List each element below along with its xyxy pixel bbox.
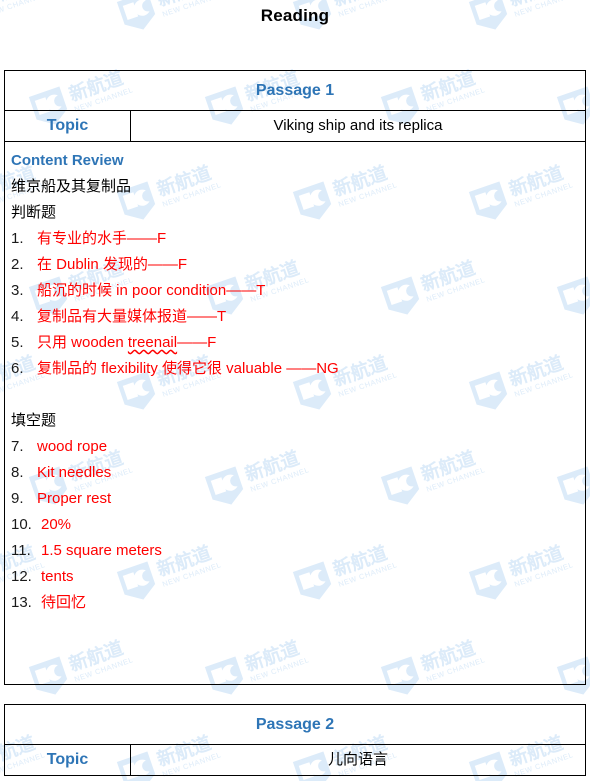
blank-answer-number: 13.: [11, 594, 32, 611]
passage-1-topic-label-cell: Topic: [4, 110, 131, 142]
passage-2-header-label: Passage 2: [255, 716, 335, 733]
passage-2-topic-value-cell: 儿向语言: [130, 744, 586, 776]
blank-answer-13: 13. 待回忆: [11, 590, 585, 616]
true-false-question-number: 2.: [11, 256, 24, 273]
true-false-question-text: 复制品的 flexibility 使得它很 valuable ——NG: [37, 360, 339, 377]
true-false-question-text: 复制品有大量媒体报道——T: [37, 308, 227, 325]
true-false-question-text: 只用 wooden treenail——F: [37, 334, 217, 351]
content-review-body: Content Review 维京船及其复制品 判断题 1. 有专业的水手——F 2…: [5, 142, 585, 684]
true-false-question-1: 1. 有专业的水手——F: [11, 226, 585, 252]
blank-answer-12: 12. tents: [11, 564, 585, 590]
true-false-question-text: 有专业的水手——F: [37, 230, 167, 247]
blank-answer-text: Proper rest: [37, 490, 112, 507]
passage-2-topic-value: 儿向语言: [327, 751, 388, 768]
true-false-question-6: 6. 复制品的 flexibility 使得它很 valuable ——NG: [11, 356, 585, 382]
passage-2-header-cell: Passage 2: [4, 704, 586, 745]
blank-answer-text: tents: [41, 568, 74, 585]
true-false-question-5: 5. 只用 wooden treenail——F: [11, 330, 585, 356]
passage-2-topic-row: Topic 儿向语言: [4, 744, 586, 776]
spellcheck-underlined-word: treenail: [127, 334, 178, 351]
passage-1-header-label: Passage 1: [255, 82, 335, 99]
blank-answer-text: 1.5 square meters: [41, 542, 162, 559]
blank-answer-number: 12.: [11, 568, 32, 585]
true-false-question-text: 船沉的时候 in poor condition——T: [37, 282, 266, 299]
passage-1-topic-label: Topic: [46, 117, 89, 134]
true-false-question-list: 1. 有专业的水手——F 2. 在 Dublin 发现的——F 3. 船沉的时候 in p…: [11, 226, 585, 382]
passage-2-topic-label-cell: Topic: [4, 744, 131, 776]
blank-answer-text: 20%: [41, 516, 72, 533]
blank-answer-text: wood rope: [37, 438, 108, 455]
blank-answer-number: 8.: [11, 464, 24, 481]
blank-answer-number: 7.: [11, 438, 24, 455]
content-review-heading: Content Review: [11, 152, 124, 169]
blank-answer-11: 11. 1.5 square meters: [11, 538, 585, 564]
true-false-question-2: 2. 在 Dublin 发现的——F: [11, 252, 585, 278]
blank-answer-10: 10. 20%: [11, 512, 585, 538]
true-false-question-number: 4.: [11, 308, 24, 325]
true-false-question-number: 1.: [11, 230, 24, 247]
passage-1-content-row: Content Review 维京船及其复制品 判断题 1. 有专业的水手——F 2…: [4, 141, 586, 685]
chinese-subtitle: 维京船及其复制品: [11, 178, 132, 195]
passage-1-topic-value-cell: Viking ship and its replica: [130, 110, 586, 142]
blank-section-label: 填空题: [11, 412, 57, 429]
true-false-question-number: 6.: [11, 360, 24, 377]
blank-answer-number: 9.: [11, 490, 24, 507]
blank-answer-8: 8. Kit needles: [11, 460, 585, 486]
blank-answer-text: Kit needles: [37, 464, 112, 481]
passage-1-header-row: Passage 1: [4, 70, 586, 111]
true-false-question-number: 5.: [11, 334, 24, 351]
blank-answer-number: 11.: [11, 542, 31, 559]
true-false-section-label: 判断题: [11, 204, 57, 221]
blank-answer-7: 7. wood rope: [11, 434, 585, 460]
true-false-question-number: 3.: [11, 282, 24, 299]
blank-answer-9: 9. Proper rest: [11, 486, 585, 512]
blank-answer-number: 10.: [11, 516, 32, 533]
page-title: Reading: [260, 6, 330, 25]
passage-1-topic-row: Topic Viking ship and its replica: [4, 110, 586, 142]
passage-2-header-row: Passage 2: [4, 704, 586, 745]
passage-1-topic-value: Viking ship and its replica: [273, 117, 443, 134]
passage-1-content-cell: Content Review 维京船及其复制品 判断题 1. 有专业的水手——F 2…: [4, 141, 586, 685]
passage-1-table: Passage 1 Topic Viking ship and its repl…: [4, 70, 586, 685]
content-layer: Reading Passage 1 Topic Viking ship and …: [0, 0, 590, 781]
true-false-question-text: 在 Dublin 发现的——F: [37, 256, 188, 273]
passage-2-topic-label: Topic: [46, 751, 89, 768]
passage-1-header-cell: Passage 1: [4, 70, 586, 111]
true-false-question-3: 3. 船沉的时候 in poor condition——T: [11, 278, 585, 304]
passage-2-table: Passage 2 Topic 儿向语言: [4, 704, 586, 776]
blank-answer-text: 待回忆: [41, 594, 87, 611]
true-false-question-4: 4. 复制品有大量媒体报道——T: [11, 304, 585, 330]
blank-answer-list: 7. wood rope 8. Kit needles 9. Proper rest 10.…: [11, 434, 585, 616]
